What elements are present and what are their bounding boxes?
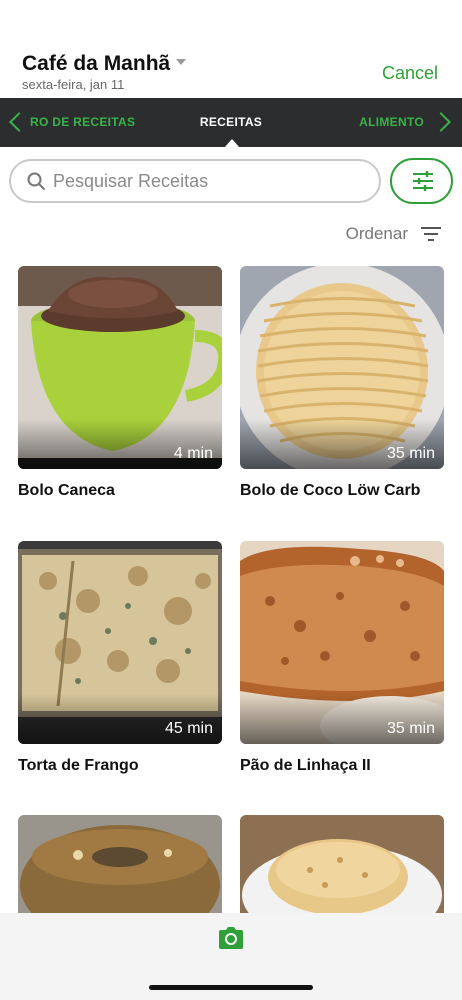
recipe-time: 45 min [164,720,213,737]
recipe-card[interactable]: 4 min Bolo Caneca [18,266,222,499]
home-indicator [149,985,313,990]
recipe-image[interactable]: 45 min [18,541,222,744]
recipe-title[interactable]: Bolo de Coco Löw Carb [240,482,420,500]
recipe-image[interactable]: 35 min [240,266,444,469]
recipe-title[interactable]: Pão de Linhaça II [240,757,371,775]
sort-icon[interactable] [420,226,442,242]
meal-title[interactable]: Café da Manhã [22,52,170,76]
recipe-image[interactable] [240,815,444,913]
recipe-time: 4 min [173,445,213,462]
camera-icon[interactable] [217,926,245,950]
recipe-card[interactable]: 35 min Pão de Linhaça II [240,541,444,774]
recipe-card[interactable] [18,815,222,913]
meal-date: sexta-feira, jan 11 [22,77,125,92]
sliders-icon [413,171,433,191]
recipe-time: 35 min [386,445,435,462]
recipe-image[interactable] [18,815,222,913]
recipe-time: 35 min [386,720,435,737]
active-tab-indicator [224,139,240,148]
recipe-image[interactable]: 35 min [240,541,444,744]
recipe-card[interactable]: 35 min Bolo de Coco Löw Carb [240,266,444,499]
recipe-card[interactable] [240,815,444,913]
cancel-button[interactable]: Cancel [382,63,438,84]
bottom-bar [0,913,462,1000]
header: Café da Manhã sexta-feira, jan 11 Cancel [0,0,462,98]
sort-label[interactable]: Ordenar [346,224,408,244]
meal-selector[interactable]: Café da Manhã [22,52,187,76]
recipe-title[interactable]: Bolo Caneca [18,482,115,500]
tab-foods[interactable]: ALIMENTO [359,115,424,129]
search-icon [27,172,45,190]
sort-control[interactable]: Ordenar [346,224,442,244]
recipe-image[interactable]: 4 min [18,266,222,469]
recipe-title[interactable]: Torta de Frango [18,757,139,775]
search-bar[interactable] [9,159,381,203]
search-input[interactable] [53,167,373,195]
recipe-card[interactable]: 45 min Torta de Frango [18,541,222,774]
caret-down-icon[interactable] [176,59,187,65]
filter-button[interactable] [390,158,453,204]
